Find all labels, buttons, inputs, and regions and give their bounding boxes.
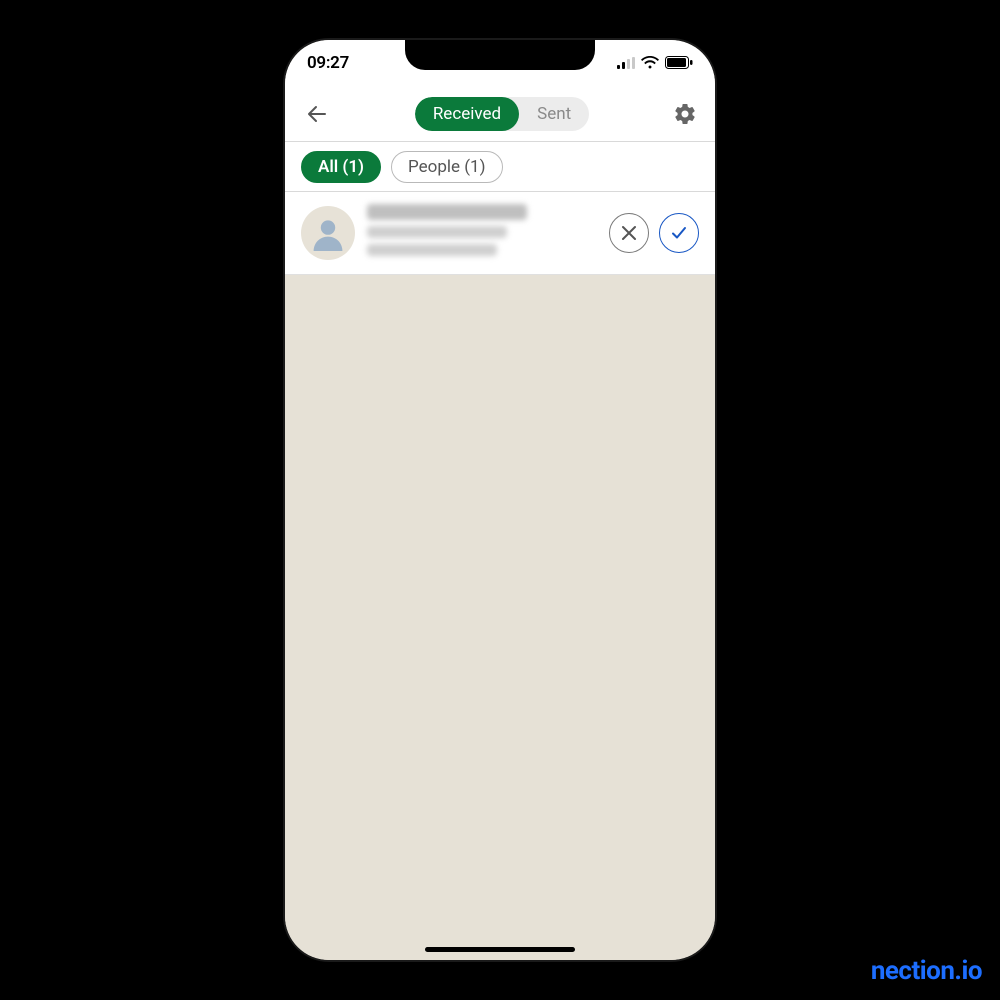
segmented-control: Received Sent [415,97,589,131]
cellular-icon [617,54,635,73]
phone-frame: 09:27 [285,40,715,960]
redacted-subtitle [367,244,497,256]
battery-icon [665,54,693,73]
filter-chip-all[interactable]: All (1) [301,151,381,183]
home-indicator[interactable] [425,947,575,952]
close-icon [620,224,638,242]
wifi-icon [641,54,659,73]
watermark: nection.io [871,956,982,986]
tab-received[interactable]: Received [415,97,519,131]
invitation-text [367,204,597,262]
invitation-row[interactable] [285,192,715,275]
redacted-subtitle [367,226,507,238]
filter-chip-people[interactable]: People (1) [391,151,503,183]
filter-bar: All (1) People (1) [285,142,715,192]
status-icons [617,54,693,73]
check-icon [669,223,689,243]
tab-sent[interactable]: Sent [519,97,589,131]
settings-button[interactable] [671,100,699,128]
top-bar: Received Sent [285,86,715,142]
reject-button[interactable] [609,213,649,253]
back-button[interactable] [301,98,333,130]
gear-icon [673,102,697,126]
accept-button[interactable] [659,213,699,253]
redacted-name [367,204,527,220]
status-time: 09:27 [307,53,349,73]
device-notch [405,40,595,70]
arrow-left-icon [305,102,329,126]
person-icon [310,215,346,251]
avatar[interactable] [301,206,355,260]
row-actions [609,213,699,253]
invitation-list [285,192,715,960]
